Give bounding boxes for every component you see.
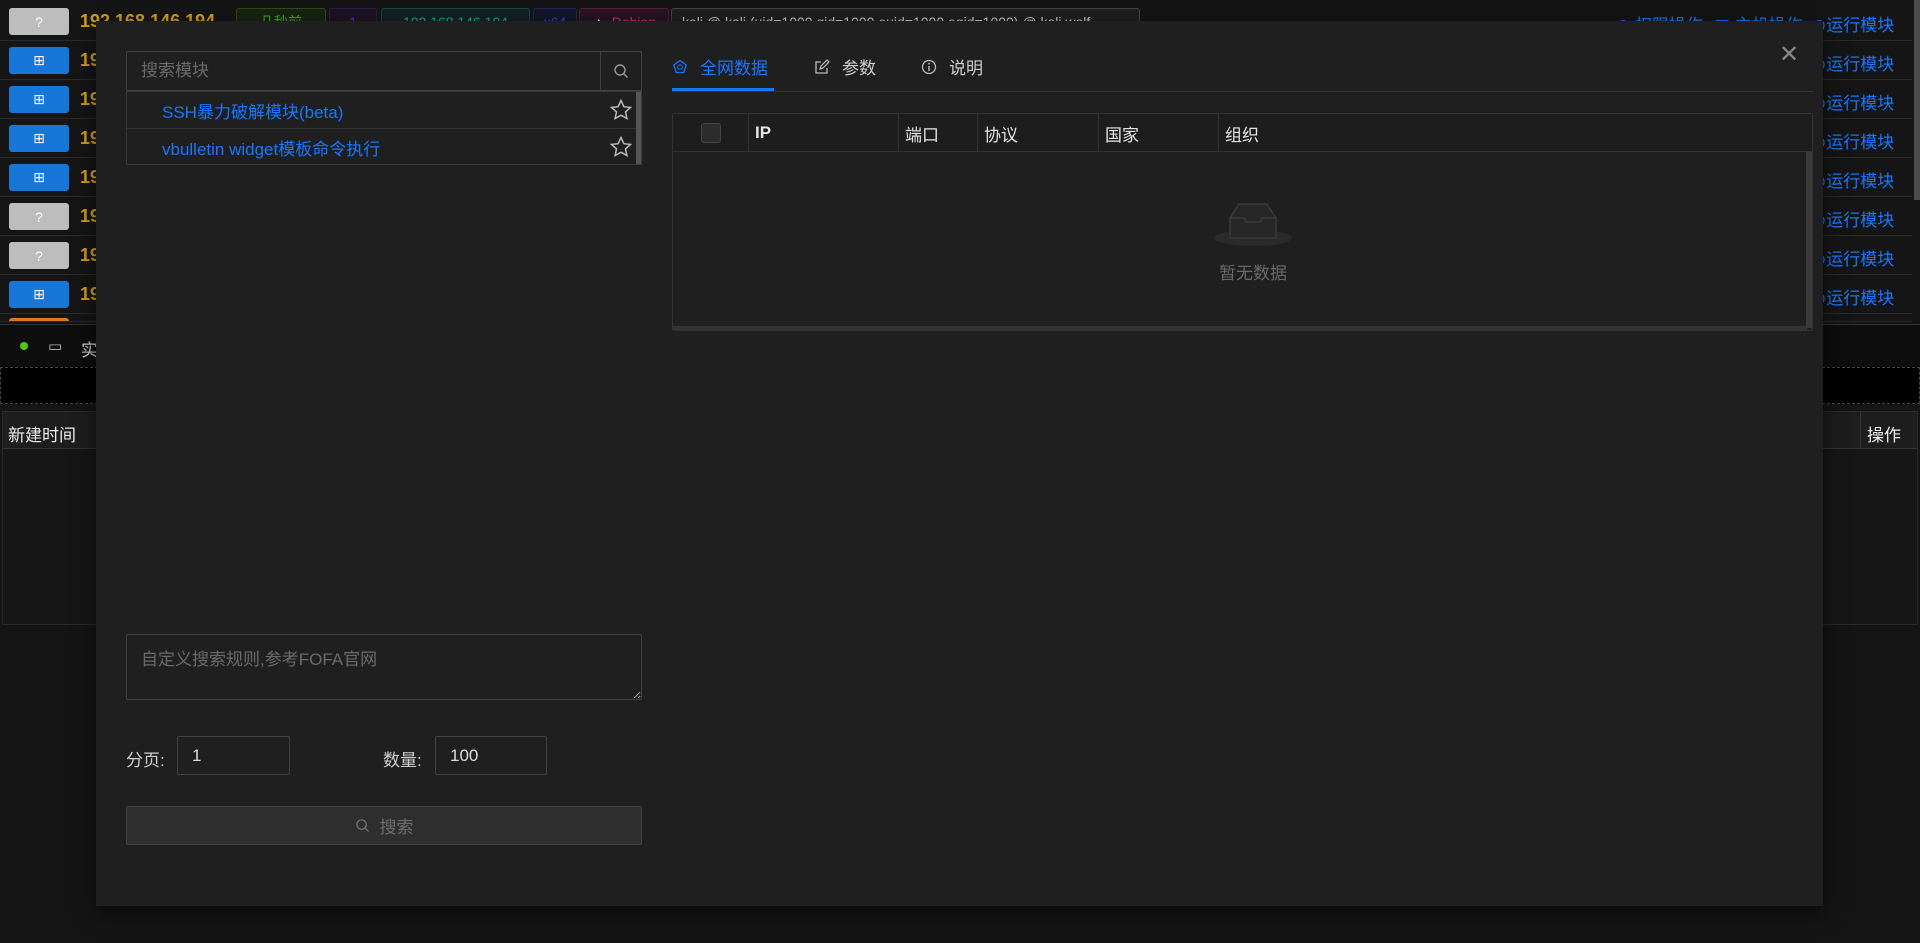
module-item[interactable]: SSH暴力破解模块(beta) [127, 92, 637, 129]
fofa-search-button[interactable]: 搜索 [126, 806, 642, 845]
results-table: IP 端口 协议 国家 组织 暂无数据 [672, 113, 1813, 331]
col-country: 国家 [1099, 114, 1219, 152]
info-icon [921, 59, 937, 74]
online-status-icon [20, 342, 28, 350]
edit-icon [815, 58, 830, 74]
select-all-cell [673, 114, 749, 152]
run-module-link[interactable]: ⊙运行模块 [1812, 11, 1894, 36]
search-button-label: 搜索 [379, 818, 414, 837]
run-label: 运行模块 [1826, 133, 1895, 152]
unknown-os-icon[interactable]: ? [9, 203, 69, 230]
col-protocol: 协议 [978, 114, 1099, 152]
run-label: 运行模块 [1826, 250, 1895, 269]
windows-icon[interactable]: ⊞ [9, 47, 69, 74]
col-org: 组织 [1225, 125, 1259, 145]
module-search-modal: ✕ SSH暴力破解模块(beta) vbulletin widget模板命令执行… [96, 21, 1823, 906]
module-name: vbulletin widget模板命令执行 [162, 140, 381, 159]
module-search-input[interactable] [126, 51, 642, 91]
page-input[interactable] [177, 736, 290, 775]
module-list: SSH暴力破解模块(beta) vbulletin widget模板命令执行 [126, 91, 642, 165]
run-module-link[interactable]: ⊙运行模块 [1812, 206, 1894, 231]
windows-icon[interactable]: ⊞ [9, 125, 69, 152]
tab-global-data[interactable]: 全网数据 [672, 54, 768, 79]
col-actions: 操作 [1860, 412, 1901, 449]
host-list-scrollbar[interactable] [1914, 0, 1920, 200]
table-header: IP 端口 协议 国家 组织 [673, 114, 1812, 152]
windows-icon[interactable]: ⊞ [9, 86, 69, 113]
empty-state: 暂无数据 [1213, 196, 1293, 284]
unknown-os-icon[interactable]: ? [9, 242, 69, 269]
star-icon[interactable] [609, 98, 633, 122]
col-created-time: 新建时间 [8, 426, 76, 445]
search-icon [355, 819, 369, 833]
run-module-link[interactable]: ⊙运行模块 [1812, 167, 1894, 192]
col-ip: IP [749, 114, 899, 152]
run-label: 运行模块 [1826, 289, 1895, 308]
tab-params[interactable]: 参数 [814, 54, 876, 79]
run-module-link[interactable]: ⊙运行模块 [1812, 50, 1894, 75]
tab-label: 参数 [842, 59, 876, 78]
size-label: 数量: [383, 751, 422, 770]
tab-label: 全网数据 [700, 59, 768, 78]
module-list-scrollbar[interactable] [636, 92, 641, 164]
run-module-link[interactable]: ⊙运行模块 [1812, 284, 1894, 309]
run-module-link[interactable]: ⊙运行模块 [1812, 128, 1894, 153]
unknown-os-icon[interactable]: ? [9, 8, 69, 35]
run-label: 运行模块 [1826, 211, 1895, 230]
module-name: SSH暴力破解模块(beta) [162, 102, 344, 122]
close-icon[interactable]: ✕ [1779, 43, 1799, 67]
run-module-link[interactable]: ⊙运行模块 [1812, 89, 1894, 114]
windows-icon[interactable]: ⊞ [9, 281, 69, 308]
windows-icon[interactable]: ⊞ [9, 164, 69, 191]
module-item[interactable]: vbulletin widget模板命令执行 [127, 129, 637, 166]
active-tab-indicator [672, 88, 774, 91]
search-rule-textarea[interactable] [126, 634, 642, 700]
run-module-link[interactable]: ⊙运行模块 [1812, 245, 1894, 270]
empty-inbox-icon [1214, 203, 1292, 246]
col-port: 端口 [899, 114, 978, 152]
empty-text: 暂无数据 [1219, 264, 1287, 283]
run-label: 运行模块 [1826, 172, 1895, 191]
run-label: 运行模块 [1826, 55, 1895, 74]
tab-label: 说明 [949, 59, 983, 78]
results-h-scrollbar[interactable] [673, 326, 1807, 330]
run-label: 运行模块 [1826, 16, 1895, 35]
results-scrollbar[interactable] [1806, 152, 1812, 328]
os-icon [9, 318, 69, 321]
search-icon [614, 64, 628, 78]
pentagon-icon [673, 59, 687, 73]
monitor-icon: ▭ [48, 338, 63, 355]
select-all-checkbox[interactable] [700, 123, 721, 143]
tab-description[interactable]: 说明 [921, 54, 983, 79]
run-label: 运行模块 [1826, 94, 1895, 113]
size-input[interactable] [435, 736, 547, 775]
search-button[interactable] [600, 51, 642, 91]
star-icon[interactable] [609, 135, 633, 159]
page-label: 分页: [126, 751, 165, 770]
